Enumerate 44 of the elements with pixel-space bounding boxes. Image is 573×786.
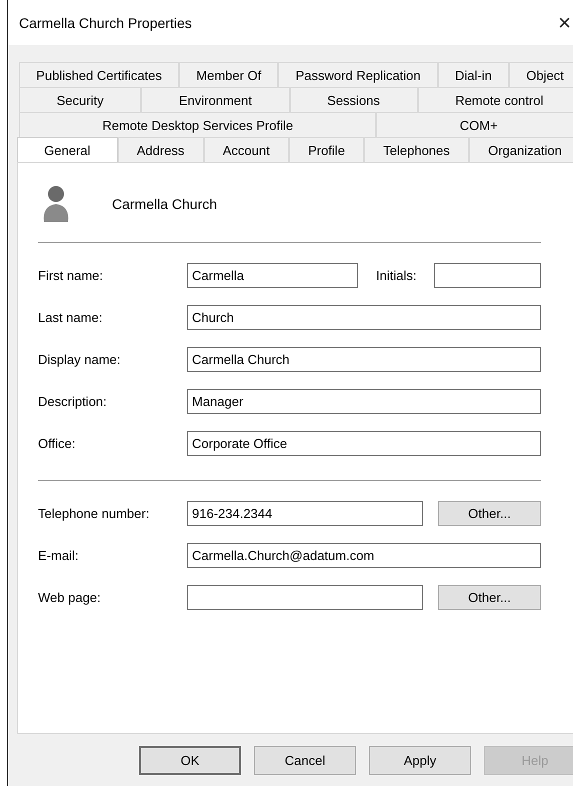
input-field[interactable]: Carmella Church bbox=[187, 347, 541, 372]
field-label: Web page: bbox=[38, 590, 102, 605]
field-label: Telephone number: bbox=[38, 506, 150, 521]
tab[interactable]: Account bbox=[204, 137, 289, 162]
tab[interactable]: COM+ bbox=[376, 112, 573, 137]
tab[interactable]: General bbox=[17, 137, 118, 162]
dialog-button[interactable]: OK bbox=[139, 746, 241, 775]
dialog-button[interactable]: Apply bbox=[369, 746, 471, 775]
tab[interactable]: Profile bbox=[288, 137, 364, 162]
tab[interactable]: Member Of bbox=[179, 62, 278, 87]
tab[interactable]: Address bbox=[118, 137, 204, 162]
input-field[interactable] bbox=[434, 263, 541, 288]
close-button[interactable]: × bbox=[558, 12, 571, 34]
user-icon bbox=[42, 184, 70, 224]
other-button[interactable]: Other... bbox=[438, 501, 541, 526]
tab[interactable]: Object bbox=[509, 62, 573, 87]
input-field[interactable] bbox=[187, 585, 423, 610]
field-label: Display name: bbox=[38, 352, 122, 367]
field-label: Last name: bbox=[38, 310, 104, 325]
tab[interactable]: Telephones bbox=[364, 137, 469, 162]
dialog-button[interactable]: Cancel bbox=[254, 746, 356, 775]
tab[interactable]: Sessions bbox=[290, 87, 418, 112]
field-label: Description: bbox=[38, 394, 108, 409]
tab[interactable]: Published Certificates bbox=[19, 62, 180, 87]
tab[interactable]: Password Replication bbox=[278, 62, 438, 87]
input-field[interactable]: 916-234.2344 bbox=[187, 501, 423, 526]
tab[interactable]: Dial-in bbox=[438, 62, 510, 87]
tab[interactable]: Organization bbox=[468, 137, 573, 162]
input-field[interactable]: Manager bbox=[187, 389, 541, 414]
input-field[interactable]: Carmella.Church@adatum.com bbox=[187, 543, 541, 568]
tab[interactable]: Environment bbox=[141, 87, 290, 112]
other-button[interactable]: Other... bbox=[438, 585, 541, 610]
field-label: First name: bbox=[38, 268, 104, 283]
input-field[interactable]: Carmella bbox=[187, 263, 358, 288]
tab[interactable]: Remote control bbox=[418, 87, 573, 112]
input-field[interactable]: Corporate Office bbox=[187, 431, 541, 456]
field-label: Office: bbox=[38, 436, 76, 451]
field-label: E-mail: bbox=[38, 548, 80, 563]
input-field[interactable]: Church bbox=[187, 305, 541, 330]
user-name: Carmella Church bbox=[112, 196, 218, 212]
window-title: Carmella Church Properties bbox=[19, 14, 192, 30]
tab[interactable]: Remote Desktop Services Profile bbox=[19, 112, 376, 137]
tab[interactable]: Security bbox=[19, 87, 142, 112]
field-label: Initials: bbox=[376, 268, 418, 283]
